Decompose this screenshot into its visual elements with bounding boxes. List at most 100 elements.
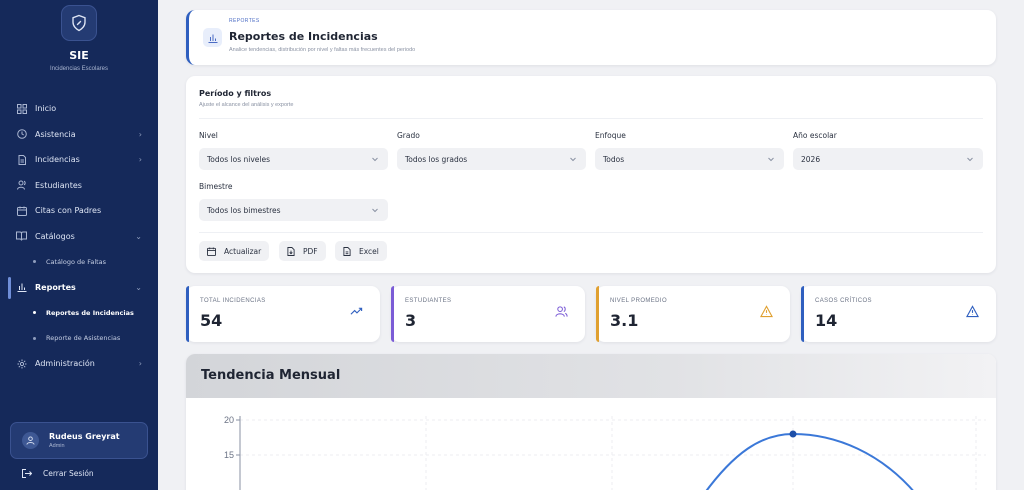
sidebar-item-label: Reporte de Asistencias: [46, 334, 121, 343]
alert-triangle-icon: [966, 305, 979, 318]
sidebar-subitem-catalogo-faltas[interactable]: Catálogo de Faltas: [0, 249, 158, 275]
chevron-down-icon: [372, 157, 378, 162]
filters-panel: Período y filtros Ajuste el alcance del …: [186, 76, 996, 273]
stat-accent-bar: [801, 286, 804, 342]
grado-value: Todos los grados: [405, 154, 468, 164]
chevron-down-icon: ⌄: [135, 282, 142, 292]
stat-card-total: TOTAL INCIDENCIAS 54: [186, 286, 380, 342]
page-title: Reportes de Incidencias: [229, 30, 378, 43]
clock-icon: [16, 129, 27, 140]
sidebar-item-inicio[interactable]: Inicio: [0, 96, 158, 122]
logout-button[interactable]: Cerrar Sesión: [22, 469, 94, 478]
stat-value: 3.1: [610, 311, 639, 330]
calendar-icon: [16, 205, 27, 216]
stat-value: 14: [815, 311, 838, 330]
user-icon: [26, 436, 35, 445]
brand-name: SIE: [69, 49, 89, 62]
enfoque-value: Todos: [603, 154, 625, 164]
sidebar-item-label: Reportes: [35, 282, 76, 292]
filters-subtitle: Ajuste el alcance del análisis y exporte: [199, 102, 294, 108]
chevron-down-icon: [768, 157, 774, 162]
sidebar-item-citas[interactable]: Citas con Padres: [0, 198, 158, 224]
excel-label: Excel: [359, 246, 379, 256]
chart-title: Tendencia Mensual: [201, 368, 341, 383]
grado-label: Grado: [397, 131, 420, 140]
brand-subtitle: Incidencias Escolares: [49, 66, 109, 72]
filters-title: Período y filtros: [199, 89, 272, 98]
sidebar-item-label: Estudiantes: [35, 180, 82, 190]
trending-up-icon: [350, 307, 363, 315]
user-name: Rudeus Greyrat: [49, 432, 120, 441]
stat-label: NIVEL PROMEDIO: [610, 298, 668, 304]
file-download-icon: [287, 246, 295, 256]
chevron-down-icon: [967, 157, 973, 162]
users-icon: [16, 180, 27, 191]
y-tick-label: 15: [224, 450, 234, 460]
sidebar-item-label: Catálogos: [35, 231, 75, 241]
refresh-button[interactable]: Actualizar: [199, 241, 270, 261]
document-icon: [16, 154, 27, 165]
stat-accent-bar: [391, 286, 394, 342]
page-header: REPORTES Reportes de Incidencias Analice…: [186, 10, 996, 65]
grado-select[interactable]: Todos los grados: [397, 148, 586, 170]
breadcrumb: REPORTES: [229, 18, 260, 24]
divider: [199, 118, 983, 119]
stat-card-nivel: NIVEL PROMEDIO 3.1: [596, 286, 790, 342]
nivel-label: Nivel: [199, 131, 218, 140]
sidebar-nav: Inicio Asistencia › Incidencias › Estudi…: [0, 96, 158, 377]
data-point: [789, 430, 797, 438]
stat-value: 3: [405, 311, 417, 330]
sidebar-item-label: Reportes de Incidencias: [46, 308, 134, 317]
page-subtitle: Analice tendencias, distribución por niv…: [229, 47, 416, 53]
excel-button[interactable]: Excel: [335, 241, 387, 261]
file-icon: [343, 246, 351, 256]
sidebar-item-catalogos[interactable]: Catálogos ⌄: [0, 224, 158, 250]
shield-compass-icon: [72, 14, 86, 32]
stat-accent-bar: [596, 286, 599, 342]
logo[interactable]: [61, 5, 97, 41]
sidebar-subitem-reportes-incidencias[interactable]: Reportes de Incidencias: [0, 300, 158, 326]
chevron-down-icon: [372, 208, 378, 213]
bullet-icon: [33, 336, 36, 340]
grid-icon: [16, 103, 27, 114]
bullet-icon: [33, 311, 36, 315]
sidebar-item-reportes[interactable]: Reportes ⌄: [0, 275, 158, 301]
user-card[interactable]: Rudeus Greyrat Admin: [10, 422, 148, 459]
sidebar-subitem-reporte-asistencias[interactable]: Reporte de Asistencias: [0, 326, 158, 352]
bullet-icon: [33, 260, 36, 264]
stat-card-criticos: CASOS CRÍTICOS 14: [801, 286, 996, 342]
anio-select[interactable]: 2026: [793, 148, 983, 170]
pdf-button[interactable]: PDF: [279, 241, 326, 261]
stat-label: TOTAL INCIDENCIAS: [200, 298, 266, 304]
bar-chart-icon: [203, 28, 222, 47]
sidebar-item-asistencia[interactable]: Asistencia ›: [0, 122, 158, 148]
chevron-down-icon: ⌄: [135, 231, 142, 241]
warning-icon: [760, 305, 773, 318]
logout-icon: [22, 469, 32, 478]
refresh-label: Actualizar: [224, 246, 262, 256]
sidebar-item-incidencias[interactable]: Incidencias ›: [0, 147, 158, 173]
divider: [199, 232, 983, 233]
logout-label: Cerrar Sesión: [43, 469, 94, 478]
sidebar-item-label: Inicio: [35, 104, 57, 114]
stat-label: CASOS CRÍTICOS: [815, 298, 872, 304]
sidebar-item-label: Citas con Padres: [35, 206, 102, 216]
enfoque-select[interactable]: Todos: [595, 148, 784, 170]
bimestre-value: Todos los bimestres: [207, 205, 281, 215]
pdf-label: PDF: [303, 246, 318, 256]
calendar-icon: [207, 246, 216, 256]
sidebar-item-administracion[interactable]: Administración ›: [0, 351, 158, 377]
stat-label: ESTUDIANTES: [405, 298, 452, 304]
chevron-right-icon: ›: [138, 359, 142, 368]
enfoque-label: Enfoque: [595, 131, 626, 140]
sidebar-item-estudiantes[interactable]: Estudiantes: [0, 173, 158, 199]
anio-value: 2026: [801, 154, 821, 164]
trend-chart-card: Tendencia Mensual 20 15: [186, 354, 996, 490]
nivel-select[interactable]: Todos los niveles: [199, 148, 388, 170]
user-role: Admin: [49, 443, 65, 449]
trend-chart: 2015: [224, 415, 986, 490]
series-line: [705, 432, 914, 490]
sidebar-item-label: Asistencia: [35, 129, 76, 139]
bimestre-select[interactable]: Todos los bimestres: [199, 199, 388, 221]
bimestre-label: Bimestre: [199, 182, 233, 191]
